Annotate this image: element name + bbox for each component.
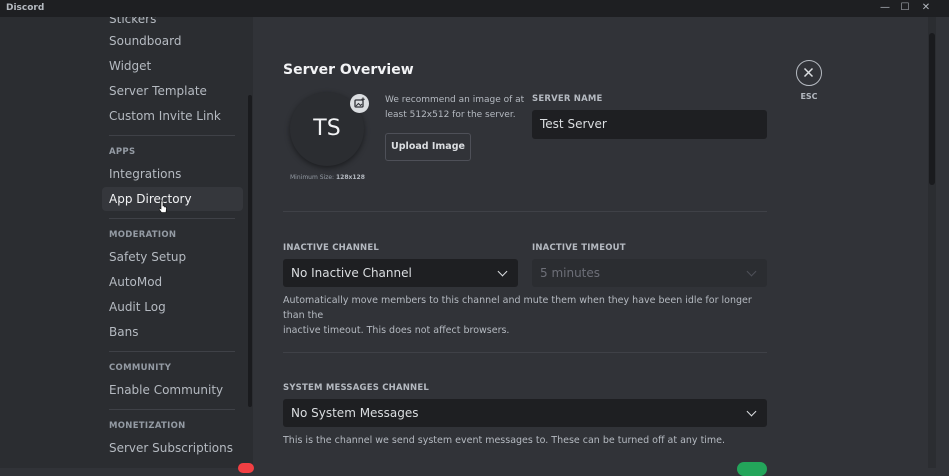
recommendation-line-1: We recommend an image of at [385,95,525,105]
sidebar-item-enable-community[interactable]: Enable Community [102,378,243,402]
minimum-size-note: Minimum Size: 128x128 [290,174,365,181]
sidebar-divider [109,218,235,219]
sidebar-item-safety-setup[interactable]: Safety Setup [102,245,243,269]
sidebar-scrollbar[interactable] [248,95,252,407]
minimum-size-value: 128x128 [335,174,365,181]
sidebar-header-moderation: MODERATION [109,230,177,240]
inactive-channel-value: No Inactive Channel [291,266,412,280]
window-titlebar: Discord — ☐ ✕ [0,0,949,17]
settings-main: Server Overview TS Minimum Size: 128x128… [253,17,926,476]
sidebar-divider [109,351,235,352]
add-image-icon[interactable] [350,94,369,113]
section-divider [283,352,767,353]
inactive-help-line-1: Automatically move members to this chann… [283,295,752,321]
inactive-timeout-select[interactable]: 5 minutes [532,259,767,287]
system-messages-select[interactable]: No System Messages [283,399,767,427]
inactive-help-line-2: inactive timeout. This does not affect b… [283,325,510,336]
inactive-help-text: Automatically move members to this chann… [283,293,767,338]
sidebar-divider [109,135,235,136]
sidebar-header-apps: APPS [109,147,136,157]
chevron-down-icon [497,266,508,277]
sidebar-item-server-template[interactable]: Server Template [102,79,243,103]
chevron-down-icon [746,406,757,417]
main-scrollbar[interactable] [928,17,936,468]
inactive-timeout-label: INACTIVE TIMEOUT [532,243,626,253]
sidebar-item-app-directory[interactable]: App Directory [102,187,243,211]
sidebar-item-widget[interactable]: Widget [102,54,243,78]
sidebar-header-community: COMMUNITY [109,363,172,373]
system-message-toggle[interactable] [737,462,767,476]
image-recommendation: We recommend an image of at least 512x51… [385,93,525,123]
chevron-down-icon [746,266,757,277]
minimum-size-label: Minimum Size: [290,174,336,181]
notification-badge [238,463,254,473]
section-divider [283,211,767,212]
sidebar-item-server-subscriptions[interactable]: Server Subscriptions [102,436,243,460]
sidebar-header-monetization: MONETIZATION [109,421,186,431]
close-window-icon[interactable]: ✕ [920,2,932,14]
esc-label: ESC [800,92,818,101]
recommendation-line-2: least 512x512 for the server. [385,110,516,120]
sidebar-item-custom-invite-link[interactable]: Custom Invite Link [102,104,243,128]
inactive-timeout-value: 5 minutes [540,266,601,280]
system-messages-value: No System Messages [291,406,419,420]
maximize-icon[interactable]: ☐ [899,2,911,14]
system-messages-label: SYSTEM MESSAGES CHANNEL [283,383,429,393]
server-name-label: SERVER NAME [532,94,603,104]
settings-sidebar: Stickers Soundboard Widget Server Templa… [0,17,253,468]
minimize-icon[interactable]: — [879,2,891,14]
server-name-input[interactable]: Test Server [532,110,767,139]
sidebar-item-bans[interactable]: Bans [102,320,243,344]
app-name: Discord [6,3,45,13]
system-messages-help-text: This is the channel we send system event… [283,435,726,446]
inactive-channel-label: INACTIVE CHANNEL [283,243,379,253]
mouse-cursor-icon [158,200,167,213]
sidebar-item-audit-log[interactable]: Audit Log [102,295,243,319]
sidebar-divider [109,409,235,410]
page-title: Server Overview [283,62,414,78]
close-settings-icon[interactable] [796,60,822,86]
sidebar-item-soundboard[interactable]: Soundboard [102,29,243,53]
main-scrollbar-thumb[interactable] [929,33,935,185]
sidebar-item-automod[interactable]: AutoMod [102,270,243,294]
inactive-channel-select[interactable]: No Inactive Channel [283,259,518,287]
upload-image-button[interactable]: Upload Image [385,133,471,161]
sidebar-item-integrations[interactable]: Integrations [102,162,243,186]
